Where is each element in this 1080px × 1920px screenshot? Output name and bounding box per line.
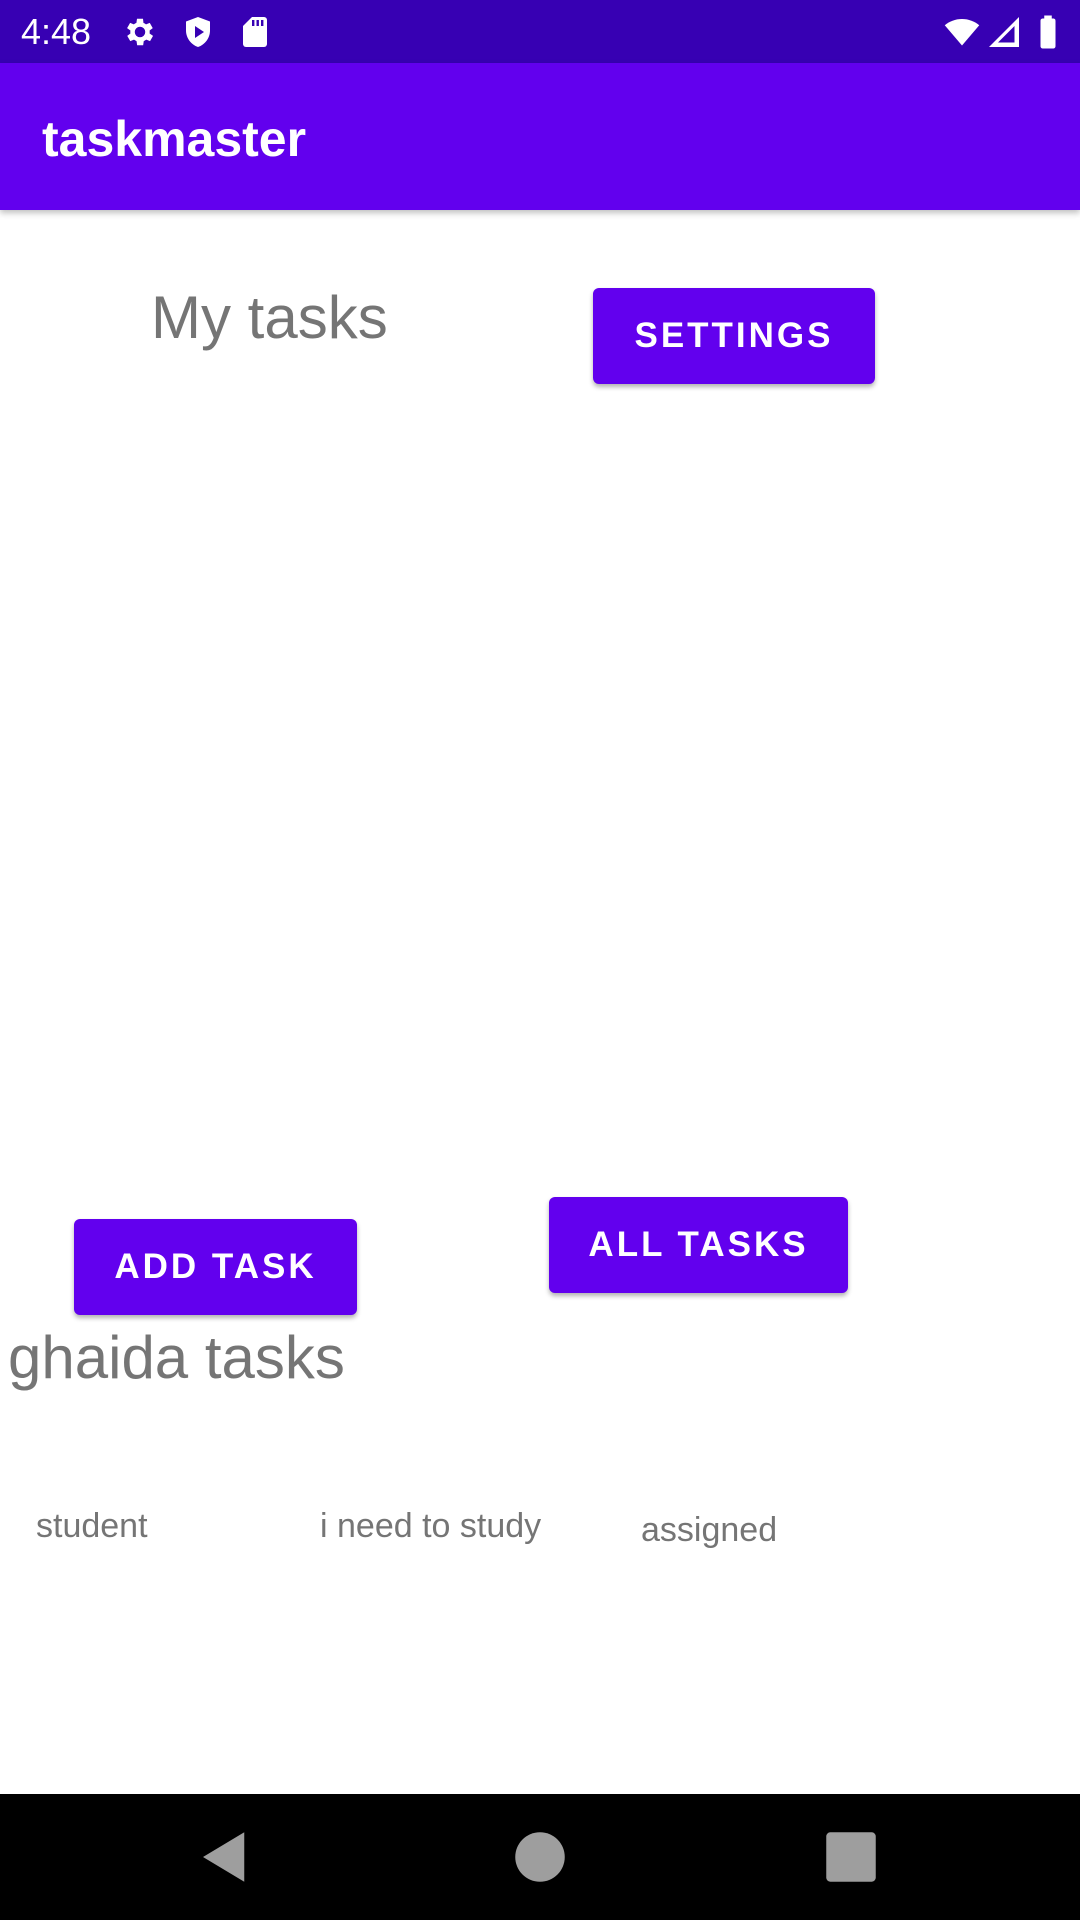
shield-play-icon <box>186 17 210 47</box>
task-body: i need to study <box>320 1507 542 1545</box>
status-bar: 4:48 <box>0 0 1080 63</box>
recents-icon[interactable] <box>818 1824 884 1890</box>
my-tasks-heading: My tasks <box>151 284 388 351</box>
wifi-icon <box>944 18 980 46</box>
gear-icon <box>127 18 154 46</box>
navigation-bar <box>0 1794 1080 1920</box>
all-tasks-button[interactable]: ALL TASKS <box>549 1197 848 1293</box>
user-tasks-heading: ghaida tasks <box>8 1324 345 1391</box>
cell-signal-icon <box>989 17 1019 47</box>
battery-icon <box>1040 15 1056 49</box>
app-title: taskmaster <box>42 111 307 167</box>
home-icon[interactable] <box>507 1824 573 1890</box>
sd-card-icon <box>243 17 267 47</box>
app-bar: taskmaster <box>0 63 1080 210</box>
status-time: 4:48 <box>21 11 92 52</box>
task-title: student <box>36 1507 148 1545</box>
settings-button[interactable]: SETTINGS <box>593 288 875 384</box>
back-icon[interactable] <box>192 1824 258 1890</box>
task-state: assigned <box>641 1511 778 1549</box>
add-task-button[interactable]: ADD TASK <box>74 1219 357 1315</box>
